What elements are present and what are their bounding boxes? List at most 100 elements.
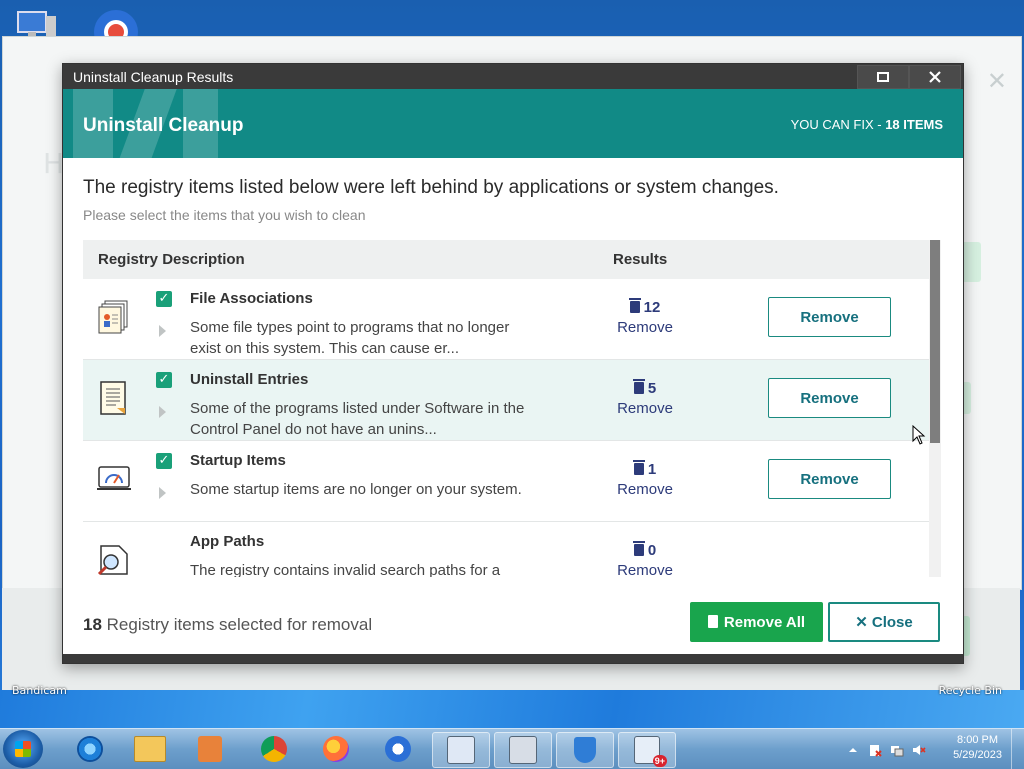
row-result: 12 Remove — [603, 298, 687, 336]
uninstall-cleanup-dialog: Uninstall Cleanup Results Uninstall Clea… — [62, 63, 964, 664]
network-icon[interactable] — [890, 742, 904, 757]
trash-icon — [632, 460, 645, 475]
taskbar-media-player[interactable] — [184, 732, 236, 766]
close-button[interactable]: ✕ Close — [828, 602, 940, 642]
intro-sub: Please select the items that you wish to… — [83, 207, 366, 223]
notification-badge: 9+ — [652, 755, 667, 767]
background-heading: H — [43, 147, 65, 180]
expand-arrow-icon[interactable] — [159, 406, 166, 418]
taskbar-firefox[interactable] — [310, 732, 362, 766]
clock-time: 8:00 PM — [957, 734, 999, 746]
shield-icon — [574, 737, 596, 763]
dialog-header: Uninstall Cleanup YOU CAN FIX - 18 ITEMS — [63, 89, 963, 158]
registry-search-icon — [447, 736, 475, 764]
wallpaper — [0, 690, 1024, 728]
desktop-label-recycle-bin: Recycle Bin — [938, 684, 1002, 697]
row-count: 1 — [647, 461, 657, 478]
taskbar-chrome[interactable] — [248, 732, 300, 766]
row-name: Startup Items — [190, 452, 286, 469]
computer-desktop-icon[interactable] — [14, 6, 60, 40]
window-close-button[interactable] — [909, 65, 961, 89]
trash-icon — [632, 379, 645, 394]
volume-muted-icon[interactable] — [912, 742, 926, 756]
table-row-uninstall-entries[interactable]: ✓ Uninstall Entries Some of the programs… — [83, 360, 929, 441]
table-row-app-paths[interactable]: App Paths The registry contains invalid … — [83, 522, 929, 577]
taskbar-registry-app[interactable] — [432, 732, 490, 768]
row-description: The registry contains invalid search pat… — [190, 562, 501, 577]
system-tray: 8:00 PM 5/29/2023 — [844, 729, 1024, 769]
table-scrollbar[interactable] — [929, 240, 941, 577]
intro-main: The registry items listed below were lef… — [83, 177, 779, 198]
action-center-icon[interactable] — [868, 742, 882, 757]
trash-icon — [628, 298, 641, 313]
taskbar-ccleaner[interactable] — [372, 732, 424, 766]
clock[interactable]: 8:00 PM 5/29/2023 — [953, 734, 1002, 761]
row-name: Uninstall Entries — [190, 371, 309, 388]
startup-items-icon — [97, 466, 131, 490]
firefox-icon — [323, 736, 349, 762]
media-player-icon — [198, 736, 222, 762]
row-remove-link[interactable]: Remove — [603, 562, 687, 577]
selected-text: Registry items selected for removal — [101, 615, 373, 634]
can-fix-summary: YOU CAN FIX - 18 ITEMS — [791, 117, 943, 132]
selected-count: 18 — [83, 615, 102, 634]
row-description: Some of the programs listed under Softwa… — [190, 400, 525, 438]
scrollbar-thumb[interactable] — [930, 240, 940, 443]
clock-date: 5/29/2023 — [953, 749, 1002, 761]
chrome-icon — [261, 736, 287, 762]
header-title: Uninstall Cleanup — [83, 115, 244, 136]
expand-arrow-icon[interactable] — [159, 325, 166, 337]
maximize-icon — [877, 72, 889, 82]
file-associations-icon — [98, 300, 128, 334]
row-result: 5 Remove — [603, 379, 687, 417]
taskbar-tool-app[interactable] — [494, 732, 552, 768]
tray-expand-icon[interactable] — [846, 742, 860, 756]
row-remove-link[interactable]: Remove — [603, 319, 687, 336]
folder-icon — [134, 736, 166, 762]
intro-text: The registry items listed below were lef… — [83, 177, 779, 223]
row-checkbox[interactable]: ✓ — [156, 291, 172, 307]
row-result: 0 Remove — [603, 541, 687, 577]
close-icon: ✕ — [855, 614, 868, 631]
trash-icon — [707, 614, 718, 628]
registry-table: Registry Description Results ✓ File Asso… — [83, 240, 941, 577]
taskbar-file-explorer[interactable] — [124, 732, 176, 766]
selection-summary: 18 Registry items selected for removal — [83, 615, 372, 635]
row-checkbox[interactable]: ✓ — [156, 453, 172, 469]
start-button[interactable] — [3, 730, 43, 768]
row-description: Some startup items are no longer on your… — [190, 481, 522, 498]
desktop-label-bandicam: Bandicam — [12, 684, 67, 697]
close-label: Close — [871, 614, 913, 631]
taskbar-internet-explorer[interactable] — [64, 732, 116, 766]
window-titlebar[interactable]: Uninstall Cleanup Results — [63, 64, 963, 89]
can-fix-prefix: YOU CAN FIX - — [790, 117, 886, 132]
remove-all-label: Remove All — [723, 613, 806, 631]
maximize-button[interactable] — [857, 65, 909, 89]
background-close-icon: ✕ — [986, 67, 1007, 95]
remove-all-button[interactable]: Remove All — [690, 602, 823, 642]
row-remove-button[interactable]: Remove — [768, 378, 891, 418]
row-description: Some file types point to programs that n… — [190, 319, 510, 357]
show-desktop-button[interactable] — [1011, 729, 1024, 769]
row-remove-link[interactable]: Remove — [603, 400, 687, 417]
row-result: 1 Remove — [603, 460, 687, 498]
taskbar-security-app[interactable] — [556, 732, 614, 768]
table-header: Registry Description Results — [83, 240, 929, 279]
taskbar-notifications-app[interactable]: 9+ — [618, 732, 676, 768]
ccleaner-desktop-icon[interactable] — [92, 6, 138, 54]
row-remove-button[interactable]: Remove — [768, 459, 891, 499]
row-checkbox[interactable]: ✓ — [156, 372, 172, 388]
row-count: 0 — [647, 542, 657, 559]
row-remove-button[interactable]: Remove — [768, 297, 891, 337]
close-icon — [929, 71, 941, 83]
column-description: Registry Description — [98, 251, 245, 268]
row-count: 5 — [647, 380, 657, 397]
row-remove-link[interactable]: Remove — [603, 481, 687, 498]
expand-arrow-icon[interactable] — [159, 487, 166, 499]
table-row-startup-items[interactable]: ✓ Startup Items Some startup items are n… — [83, 441, 929, 522]
can-fix-count: 18 ITEMS — [885, 117, 943, 132]
table-row-file-associations[interactable]: ✓ File Associations Some file types poin… — [83, 279, 929, 360]
row-name: File Associations — [190, 290, 313, 307]
uninstall-entries-icon — [100, 381, 126, 415]
ccleaner-icon — [385, 736, 411, 762]
